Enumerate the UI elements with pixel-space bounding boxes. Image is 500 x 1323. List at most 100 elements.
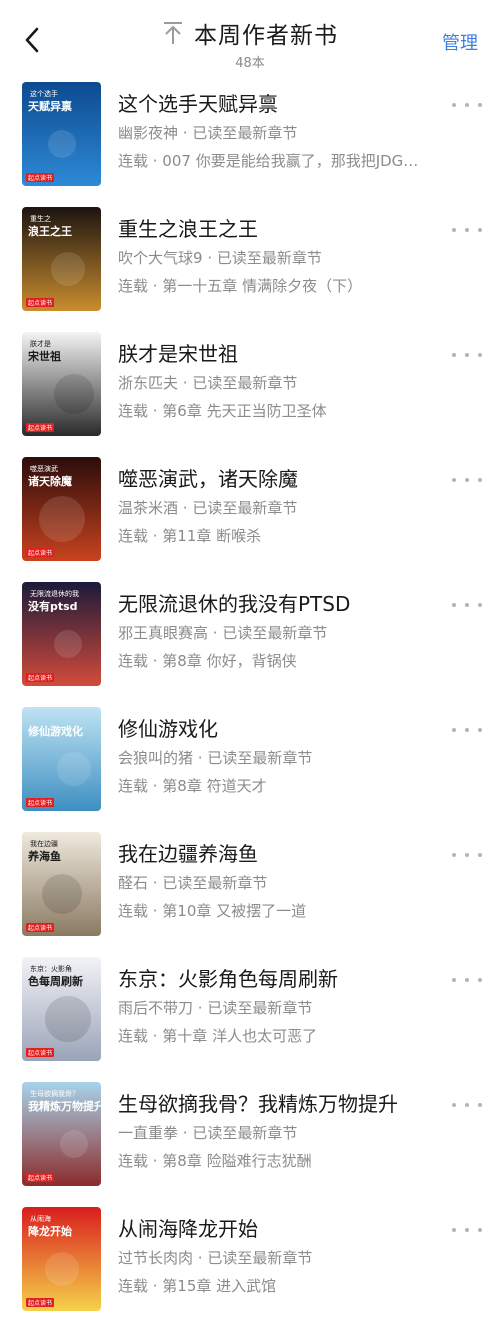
latest-chapter: 连载 · 第15章 进入武馆 <box>118 1277 277 1295</box>
book-cover[interactable]: 噬恶演武 诸天除魔 起点读书 <box>22 457 101 561</box>
book-author: 幽影夜神 <box>118 124 179 142</box>
book-author: 温茶米酒 <box>118 499 179 517</box>
dot-icon <box>452 228 456 232</box>
meta-separator: · <box>193 1249 208 1267</box>
book-title[interactable]: 我在边疆养海鱼 <box>118 840 458 868</box>
book-cover[interactable]: 生母欲摘我骨？ 我精炼万物提升 起点读书 <box>22 1082 101 1186</box>
dot-icon <box>465 1103 469 1107</box>
book-title[interactable]: 从闹海降龙开始 <box>118 1215 458 1243</box>
dot-icon <box>478 478 482 482</box>
more-options-button[interactable] <box>452 846 482 864</box>
book-list-item[interactable]: 生母欲摘我骨？ 我精炼万物提升 起点读书 生母欲摘我骨？我精炼万物提升 一直重拳… <box>0 1072 500 1197</box>
book-title[interactable]: 修仙游戏化 <box>118 715 458 743</box>
cover-big-text: 色每周刷新 <box>28 974 83 988</box>
cover-big-text: 降龙开始 <box>28 1224 72 1238</box>
book-cover[interactable]: 我在边疆 养海鱼 起点读书 <box>22 832 101 936</box>
cover-badge: 起点读书 <box>26 1048 55 1057</box>
book-cover[interactable]: 修仙游戏化 起点读书 <box>22 707 101 811</box>
book-meta: 过节长肉肉 · 已读至最新章节 <box>118 1247 458 1269</box>
book-list-item[interactable]: 朕才是 宋世祖 起点读书 朕才是宋世祖 浙东匹夫 · 已读至最新章节 连载 · … <box>0 322 500 447</box>
book-list-item[interactable]: 东京：火影角 色每周刷新 起点读书 东京：火影角色每周刷新 雨后不带刀 · 已读… <box>0 947 500 1072</box>
book-list-item[interactable]: 重生之 浪王之王 起点读书 重生之浪王之王 吹个大气球9 · 已读至最新章节 连… <box>0 197 500 322</box>
cover-badge: 起点读书 <box>26 298 55 307</box>
book-list-item[interactable]: 从闹海 降龙开始 起点读书 从闹海降龙开始 过节长肉肉 · 已读至最新章节 连载… <box>0 1197 500 1322</box>
more-options-button[interactable] <box>452 971 482 989</box>
book-author: 会狼叫的猪 <box>118 749 194 767</box>
book-list-item[interactable]: 我在边疆 养海鱼 起点读书 我在边疆养海鱼 醛石 · 已读至最新章节 连载 · … <box>0 822 500 947</box>
cover-small-text: 重生之 <box>30 214 51 223</box>
book-cover[interactable]: 这个选手 天赋异禀 起点读书 <box>22 82 101 186</box>
cover-big-text: 天赋异禀 <box>28 99 72 113</box>
cover-big-text: 修仙游戏化 <box>27 724 83 738</box>
book-title[interactable]: 噬恶演武，诸天除魔 <box>118 465 458 493</box>
meta-separator: · <box>178 374 193 392</box>
dot-icon <box>465 103 469 107</box>
book-title[interactable]: 这个选手天赋异禀 <box>118 90 458 118</box>
cover-badge: 起点读书 <box>26 423 55 432</box>
latest-chapter: 连载 · 第一十五章 情满除夕夜（下） <box>118 277 363 295</box>
more-options-button[interactable] <box>452 1221 482 1239</box>
book-title[interactable]: 重生之浪王之王 <box>118 215 458 243</box>
more-options-button[interactable] <box>452 721 482 739</box>
book-list-item[interactable]: 修仙游戏化 起点读书 修仙游戏化 会狼叫的猪 · 已读至最新章节 连载 · 第8… <box>0 697 500 822</box>
manage-button[interactable]: 管理 <box>442 29 478 55</box>
read-status: 已读至最新章节 <box>216 249 322 267</box>
read-status: 已读至最新章节 <box>162 874 268 892</box>
meta-separator: · <box>148 874 163 892</box>
book-cover[interactable]: 东京：火影角 色每周刷新 起点读书 <box>22 957 101 1061</box>
book-title[interactable]: 朕才是宋世祖 <box>118 340 458 368</box>
latest-chapter: 连载 · 第6章 先天正当防卫圣体 <box>118 402 327 420</box>
book-title[interactable]: 东京：火影角色每周刷新 <box>118 965 458 993</box>
book-meta: 幽影夜神 · 已读至最新章节 <box>118 122 458 144</box>
more-options-button[interactable] <box>452 96 482 114</box>
book-author: 醛石 <box>118 874 149 892</box>
book-cover[interactable]: 朕才是 宋世祖 起点读书 <box>22 332 101 436</box>
cover-badge: 起点读书 <box>26 798 55 807</box>
more-options-button[interactable] <box>452 221 482 239</box>
dot-icon <box>478 228 482 232</box>
book-meta: 吹个大气球9 · 已读至最新章节 <box>118 247 458 269</box>
more-options-button[interactable] <box>452 346 482 364</box>
more-options-button[interactable] <box>452 596 482 614</box>
cover-small-text: 我在边疆 <box>30 839 58 848</box>
more-options-button[interactable] <box>452 471 482 489</box>
latest-chapter: 连载 · 第11章 断喉杀 <box>118 527 262 545</box>
dot-icon <box>452 353 456 357</box>
read-status: 已读至最新章节 <box>222 624 328 642</box>
read-status: 已读至最新章节 <box>192 499 298 517</box>
latest-chapter: 连载 · 第8章 险隘难行志犹酬 <box>118 1152 312 1170</box>
latest-chapter: 连载 · 第8章 你好，背锅侠 <box>118 652 297 670</box>
cover-badge: 起点读书 <box>26 548 55 557</box>
book-cover[interactable]: 从闹海 降龙开始 起点读书 <box>22 1207 101 1311</box>
latest-chapter: 连载 · 第8章 符道天才 <box>118 777 267 795</box>
dot-icon <box>465 1228 469 1232</box>
read-status: 已读至最新章节 <box>192 374 298 392</box>
book-list-item[interactable]: 噬恶演武 诸天除魔 起点读书 噬恶演武，诸天除魔 温茶米酒 · 已读至最新章节 … <box>0 447 500 572</box>
book-cover[interactable]: 重生之 浪王之王 起点读书 <box>22 207 101 311</box>
read-status: 已读至最新章节 <box>192 124 298 142</box>
book-title[interactable]: 无限流退休的我没有PTSD <box>118 590 458 618</box>
book-meta: 一直重拳 · 已读至最新章节 <box>118 1122 458 1144</box>
dot-icon <box>452 728 456 732</box>
dot-icon <box>465 978 469 982</box>
book-list-item[interactable]: 这个选手 天赋异禀 起点读书 这个选手天赋异禀 幽影夜神 · 已读至最新章节 连… <box>0 72 500 197</box>
book-title[interactable]: 生母欲摘我骨？我精炼万物提升 <box>118 1090 458 1118</box>
book-meta: 会狼叫的猪 · 已读至最新章节 <box>118 747 458 769</box>
read-status: 已读至最新章节 <box>207 999 313 1017</box>
book-meta: 浙东匹夫 · 已读至最新章节 <box>118 372 458 394</box>
book-list-item[interactable]: 无限流退休的我 没有ptsd 起点读书 无限流退休的我没有PTSD 邪王真眼赛高… <box>0 572 500 697</box>
dot-icon <box>465 478 469 482</box>
book-author: 过节长肉肉 <box>118 1249 194 1267</box>
dot-icon <box>452 103 456 107</box>
dot-icon <box>452 853 456 857</box>
cover-badge: 起点读书 <box>26 1298 55 1307</box>
dot-icon <box>478 978 482 982</box>
latest-chapter: 连载 · 007 你要是能给我赢了，那我把JDG… <box>118 152 419 170</box>
book-cover[interactable]: 无限流退休的我 没有ptsd 起点读书 <box>22 582 101 686</box>
dot-icon <box>465 728 469 732</box>
cover-small-text: 这个选手 <box>30 89 58 98</box>
book-meta: 醛石 · 已读至最新章节 <box>118 872 458 894</box>
more-options-button[interactable] <box>452 1096 482 1114</box>
arrow-to-top-icon <box>164 22 182 44</box>
cover-small-text: 无限流退休的我 <box>30 589 79 598</box>
